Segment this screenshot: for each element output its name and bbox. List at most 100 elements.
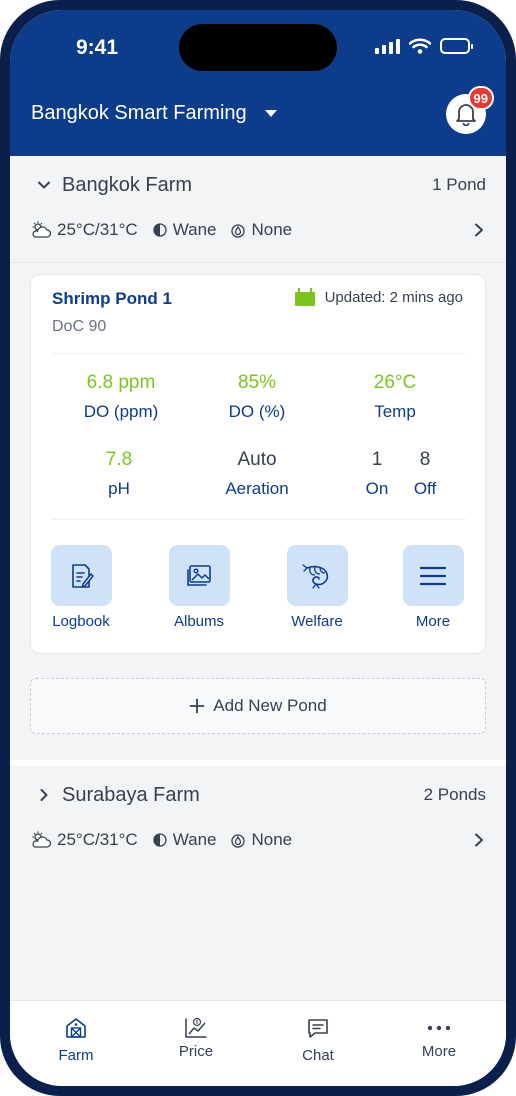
- weather-temp-value: 25°C/31°C: [57, 830, 138, 849]
- rain-value: None: [251, 830, 293, 849]
- more-dots-icon: [427, 1025, 451, 1031]
- aerator-off-label: Off: [413, 479, 437, 498]
- phone-frame: 9:41 Bangkok Smart Farming 99 Bangkok Fa…: [0, 0, 516, 1096]
- barn-icon: [66, 1018, 86, 1038]
- aerator-on-label: On: [365, 479, 389, 498]
- farm-selector[interactable]: Bangkok Smart Farming: [31, 102, 277, 125]
- moon-value: Wane: [172, 830, 217, 849]
- updated-text: Updated: 2 mins ago: [324, 288, 463, 306]
- chevron-right-icon: [475, 223, 483, 237]
- ph-label: pH: [108, 479, 130, 498]
- status-bar: 9:41: [10, 10, 506, 84]
- nav-more[interactable]: More: [384, 1015, 494, 1060]
- weather-temp: 25°C/31°C: [30, 830, 138, 850]
- metric-do-ppm: 6.8 ppm DO (ppm): [51, 372, 191, 422]
- nav-farm[interactable]: Farm: [21, 1015, 131, 1064]
- farm-section-bangkok: Bangkok Farm 1 Pond 25°C/31°C Wane None …: [10, 156, 506, 760]
- more-actions-button[interactable]: More: [385, 545, 481, 630]
- metric-aerator-status: 1 8 On Off: [351, 449, 451, 499]
- chevron-right-icon: [475, 833, 483, 847]
- logbook-icon: [72, 563, 94, 588]
- farm-header[interactable]: Surabaya Farm 2 Ponds: [10, 766, 506, 824]
- partly-cloudy-icon: [32, 831, 52, 848]
- do-ppm-value: 6.8 ppm: [86, 372, 156, 393]
- pond-doc: DoC 90: [52, 318, 107, 335]
- do-pct-label: DO (%): [228, 402, 286, 421]
- welfare-label: Welfare: [291, 613, 343, 630]
- weather-temp: 25°C/31°C: [30, 220, 138, 240]
- pond-card[interactable]: Shrimp Pond 1 DoC 90 Updated: 2 mins ago…: [30, 274, 486, 654]
- add-new-pond-button[interactable]: Add New Pond: [30, 678, 486, 734]
- notification-badge: 99: [467, 86, 494, 110]
- moon-phase-icon: [153, 833, 167, 847]
- metric-ph: 7.8 pH: [49, 449, 189, 499]
- farm-header[interactable]: Bangkok Farm 1 Pond: [10, 156, 506, 214]
- pond-name[interactable]: Shrimp Pond 1: [52, 289, 172, 309]
- metric-aeration: Auto Aeration: [187, 449, 327, 499]
- aeration-label: Aeration: [225, 479, 289, 498]
- weather-temp-value: 25°C/31°C: [57, 220, 138, 239]
- weather-rain: None: [230, 220, 292, 240]
- caret-down-icon: [264, 110, 277, 117]
- nav-price-label: Price: [178, 1043, 214, 1060]
- weather-row[interactable]: 25°C/31°C Wane None: [10, 214, 506, 246]
- sensor-device-icon: [294, 288, 315, 306]
- card-divider: [52, 353, 466, 354]
- welfare-button[interactable]: Welfare: [269, 545, 365, 630]
- partly-cloudy-icon: [32, 221, 52, 238]
- do-pct-value: 85%: [237, 372, 277, 393]
- card-divider: [52, 519, 466, 520]
- nav-chat[interactable]: Chat: [263, 1015, 373, 1064]
- albums-label: Albums: [173, 613, 225, 630]
- chat-icon: [308, 1019, 328, 1038]
- farm-selector-label: Bangkok Smart Farming: [31, 102, 247, 124]
- wifi-icon: [409, 38, 431, 54]
- add-new-pond-label: Add New Pond: [213, 696, 327, 715]
- rain-drop-icon: [231, 224, 246, 238]
- temp-label: Temp: [374, 402, 416, 421]
- nav-farm-label: Farm: [58, 1047, 94, 1064]
- pond-count: 1 Pond: [432, 175, 486, 194]
- weather-rain: None: [230, 830, 292, 850]
- chevron-right-icon: [40, 789, 48, 801]
- farm-name: Surabaya Farm: [36, 784, 200, 807]
- farm-section-surabaya: Surabaya Farm 2 Ponds 25°C/31°C Wane Non…: [10, 766, 506, 1000]
- rain-drop-icon: [231, 834, 246, 848]
- section-divider: [10, 262, 506, 263]
- farm-name: Bangkok Farm: [36, 174, 192, 197]
- farm-name-label: Surabaya Farm: [62, 783, 200, 806]
- status-icons: [375, 38, 473, 54]
- logbook-label: Logbook: [52, 613, 110, 630]
- aerator-off-value: 8: [419, 449, 431, 470]
- farm-name-label: Bangkok Farm: [62, 173, 193, 196]
- nav-chat-label: Chat: [302, 1047, 334, 1064]
- chevron-down-icon: [38, 181, 50, 189]
- metric-temp: 26°C Temp: [325, 372, 465, 422]
- shrimp-icon: [302, 563, 329, 589]
- temp-value: 26°C: [373, 372, 417, 393]
- nav-more-label: More: [421, 1043, 457, 1060]
- aeration-value: Auto: [237, 449, 277, 470]
- moon-value: Wane: [172, 220, 217, 239]
- nav-price[interactable]: Price: [141, 1015, 251, 1060]
- battery-icon: [440, 38, 473, 54]
- albums-button[interactable]: Albums: [151, 545, 247, 630]
- weather-moon: Wane: [152, 830, 217, 850]
- more-actions-label: More: [415, 613, 451, 630]
- logbook-button[interactable]: Logbook: [33, 545, 129, 630]
- bottom-navigation: Farm Price Chat More: [10, 1000, 506, 1086]
- menu-icon: [419, 566, 447, 585]
- metric-do-pct: 85% DO (%): [187, 372, 327, 422]
- status-time: 9:41: [76, 36, 119, 59]
- cellular-signal-icon: [375, 38, 400, 54]
- ph-value: 7.8: [105, 449, 133, 470]
- app-screen: 9:41 Bangkok Smart Farming 99 Bangkok Fa…: [10, 10, 506, 1086]
- plus-icon: [189, 698, 205, 714]
- dynamic-island: [179, 24, 337, 71]
- moon-phase-icon: [153, 223, 167, 237]
- notification-button[interactable]: 99: [446, 86, 494, 134]
- app-header: 9:41 Bangkok Smart Farming 99: [10, 10, 506, 156]
- pond-count: 2 Ponds: [423, 785, 486, 804]
- weather-row[interactable]: 25°C/31°C Wane None: [10, 824, 506, 856]
- aerator-on-value: 1: [371, 449, 383, 470]
